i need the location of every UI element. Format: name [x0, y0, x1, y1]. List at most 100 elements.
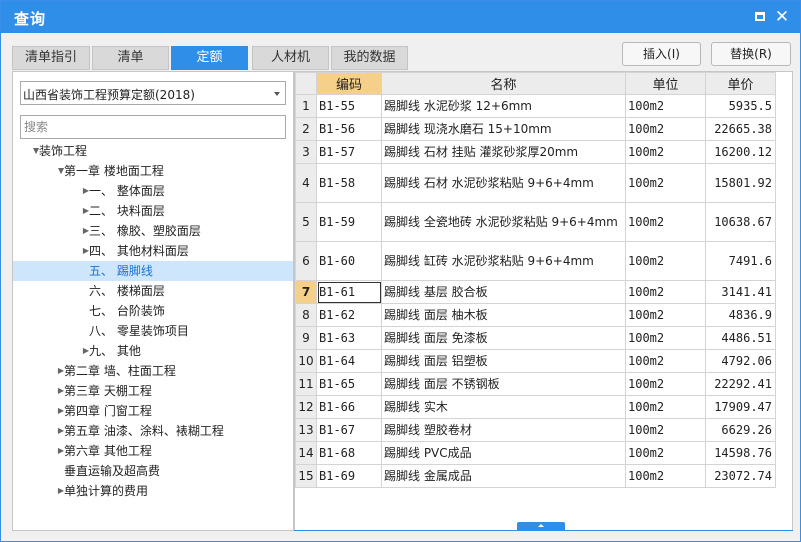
name-cell[interactable]: 踢脚线 PVC成品 — [381, 441, 626, 465]
row-number[interactable]: 12 — [295, 395, 317, 419]
row-number[interactable]: 5 — [295, 202, 317, 242]
table-row[interactable]: 4 B1-58 踢脚线 石材 水泥砂浆粘贴 9+6+4mm 100m2 15801.92 — [295, 163, 776, 203]
price-cell[interactable]: 15801.92 — [705, 163, 776, 203]
price-cell[interactable]: 4486.51 — [705, 326, 776, 350]
unit-cell[interactable]: 100m2 — [625, 163, 706, 203]
name-cell[interactable]: 踢脚线 基层 胶合板 — [381, 280, 626, 304]
unit-cell[interactable]: 100m2 — [625, 94, 706, 118]
code-cell[interactable]: B1-58 — [316, 163, 382, 203]
name-cell[interactable]: 踢脚线 缸砖 水泥砂浆粘贴 9+6+4mm — [381, 241, 626, 281]
tree-node[interactable]: ▶ 第三章 天棚工程 — [13, 381, 293, 401]
tab-my-data[interactable]: 我的数据 — [331, 46, 408, 70]
table-row[interactable]: 14 B1-68 踢脚线 PVC成品 100m2 14598.76 — [295, 441, 776, 465]
table-row[interactable]: 1 B1-55 踢脚线 水泥砂浆 12+6mm 100m2 5935.5 — [295, 94, 776, 118]
unit-cell[interactable]: 100m2 — [625, 202, 706, 242]
table-row[interactable]: 9 B1-63 踢脚线 面层 免漆板 100m2 4486.51 — [295, 326, 776, 350]
price-cell[interactable]: 14598.76 — [705, 441, 776, 465]
price-cell[interactable]: 17909.47 — [705, 395, 776, 419]
price-cell[interactable]: 22665.38 — [705, 117, 776, 141]
price-column-header[interactable]: 单价 — [705, 72, 776, 95]
code-cell[interactable]: B1-55 — [316, 94, 382, 118]
code-cell[interactable]: B1-61 — [316, 280, 382, 304]
code-cell[interactable]: B1-69 — [316, 464, 382, 488]
unit-column-header[interactable]: 单位 — [625, 72, 706, 95]
price-cell[interactable]: 6629.26 — [705, 418, 776, 442]
unit-cell[interactable]: 100m2 — [625, 349, 706, 373]
unit-cell[interactable]: 100m2 — [625, 140, 706, 164]
name-cell[interactable]: 踢脚线 塑胶卷材 — [381, 418, 626, 442]
collapse-handle[interactable] — [517, 522, 565, 530]
price-cell[interactable]: 7491.6 — [705, 241, 776, 281]
code-cell[interactable]: B1-67 — [316, 418, 382, 442]
name-cell[interactable]: 踢脚线 现浇水磨石 15+10mm — [381, 117, 626, 141]
code-cell[interactable]: B1-57 — [316, 140, 382, 164]
row-number[interactable]: 11 — [295, 372, 317, 396]
unit-cell[interactable]: 100m2 — [625, 418, 706, 442]
unit-cell[interactable]: 100m2 — [625, 117, 706, 141]
tab-bill[interactable]: 清单 — [92, 46, 169, 70]
price-cell[interactable]: 10638.67 — [705, 202, 776, 242]
tree-node[interactable]: ▶ 四、 其他材料面层 — [13, 241, 293, 261]
tree-node[interactable]: ▶ 九、 其他 — [13, 341, 293, 361]
quota-library-select[interactable]: 山西省装饰工程预算定额(2018) — [20, 81, 286, 105]
tree-node[interactable]: ▶ 第二章 墙、柱面工程 — [13, 361, 293, 381]
name-cell[interactable]: 踢脚线 金属成品 — [381, 464, 626, 488]
name-cell[interactable]: 踢脚线 面层 免漆板 — [381, 326, 626, 350]
code-cell[interactable]: B1-56 — [316, 117, 382, 141]
row-number[interactable]: 10 — [295, 349, 317, 373]
table-row[interactable]: 3 B1-57 踢脚线 石材 挂贴 灌浆砂浆厚20mm 100m2 16200.12 — [295, 140, 776, 164]
row-number[interactable]: 3 — [295, 140, 317, 164]
price-cell[interactable]: 4792.06 — [705, 349, 776, 373]
unit-cell[interactable]: 100m2 — [625, 395, 706, 419]
tab-bill-guide[interactable]: 清单指引 — [12, 46, 90, 70]
unit-cell[interactable]: 100m2 — [625, 303, 706, 327]
tree-node[interactable]: ▲ 装饰工程 — [13, 141, 293, 161]
unit-cell[interactable]: 100m2 — [625, 441, 706, 465]
name-cell[interactable]: 踢脚线 石材 挂贴 灌浆砂浆厚20mm — [381, 140, 626, 164]
name-cell[interactable]: 踢脚线 实木 — [381, 395, 626, 419]
tab-quota[interactable]: 定额 — [171, 46, 248, 70]
price-cell[interactable]: 5935.5 — [705, 94, 776, 118]
tree-node[interactable]: 七、 台阶装饰 — [13, 301, 293, 321]
row-number[interactable]: 4 — [295, 163, 317, 203]
tree-node[interactable]: 六、 楼梯面层 — [13, 281, 293, 301]
unit-cell[interactable]: 100m2 — [625, 241, 706, 281]
code-cell[interactable]: B1-63 — [316, 326, 382, 350]
name-cell[interactable]: 踢脚线 面层 柚木板 — [381, 303, 626, 327]
row-number[interactable]: 9 — [295, 326, 317, 350]
row-number[interactable]: 2 — [295, 117, 317, 141]
price-cell[interactable]: 3141.41 — [705, 280, 776, 304]
table-row[interactable]: 13 B1-67 踢脚线 塑胶卷材 100m2 6629.26 — [295, 418, 776, 442]
name-cell[interactable]: 踢脚线 面层 铝塑板 — [381, 349, 626, 373]
tree-node[interactable]: ▶ 第四章 门窗工程 — [13, 401, 293, 421]
price-cell[interactable]: 16200.12 — [705, 140, 776, 164]
row-number[interactable]: 7 — [295, 280, 317, 304]
code-cell[interactable]: B1-59 — [316, 202, 382, 242]
table-row[interactable]: 11 B1-65 踢脚线 面层 不锈钢板 100m2 22292.41 — [295, 372, 776, 396]
code-cell[interactable]: B1-66 — [316, 395, 382, 419]
close-icon[interactable]: ✕ — [772, 7, 792, 27]
name-cell[interactable]: 踢脚线 水泥砂浆 12+6mm — [381, 94, 626, 118]
replace-button[interactable]: 替换(R) — [711, 42, 791, 66]
code-cell[interactable]: B1-64 — [316, 349, 382, 373]
row-number[interactable]: 13 — [295, 418, 317, 442]
name-cell[interactable]: 踢脚线 石材 水泥砂浆粘贴 9+6+4mm — [381, 163, 626, 203]
code-cell[interactable]: B1-62 — [316, 303, 382, 327]
table-row[interactable]: 6 B1-60 踢脚线 缸砖 水泥砂浆粘贴 9+6+4mm 100m2 7491.6 — [295, 241, 776, 281]
tree-node[interactable]: ▶ 第六章 其他工程 — [13, 441, 293, 461]
row-number[interactable]: 8 — [295, 303, 317, 327]
unit-cell[interactable]: 100m2 — [625, 372, 706, 396]
row-number[interactable]: 1 — [295, 94, 317, 118]
row-number[interactable]: 6 — [295, 241, 317, 281]
row-number[interactable]: 14 — [295, 441, 317, 465]
name-cell[interactable]: 踢脚线 全瓷地砖 水泥砂浆粘贴 9+6+4mm — [381, 202, 626, 242]
table-row[interactable]: 8 B1-62 踢脚线 面层 柚木板 100m2 4836.9 — [295, 303, 776, 327]
code-cell[interactable]: B1-60 — [316, 241, 382, 281]
tree-node[interactable]: ▶ 单独计算的费用 — [13, 481, 293, 501]
tab-labor-material-machine[interactable]: 人材机 — [252, 46, 329, 70]
tree-node[interactable]: ▶ 一、 整体面层 — [13, 181, 293, 201]
maximize-icon[interactable] — [755, 12, 765, 21]
tree-node[interactable]: ▶ 三、 橡胶、塑胶面层 — [13, 221, 293, 241]
unit-cell[interactable]: 100m2 — [625, 464, 706, 488]
tree-node[interactable]: 八、 零星装饰项目 — [13, 321, 293, 341]
